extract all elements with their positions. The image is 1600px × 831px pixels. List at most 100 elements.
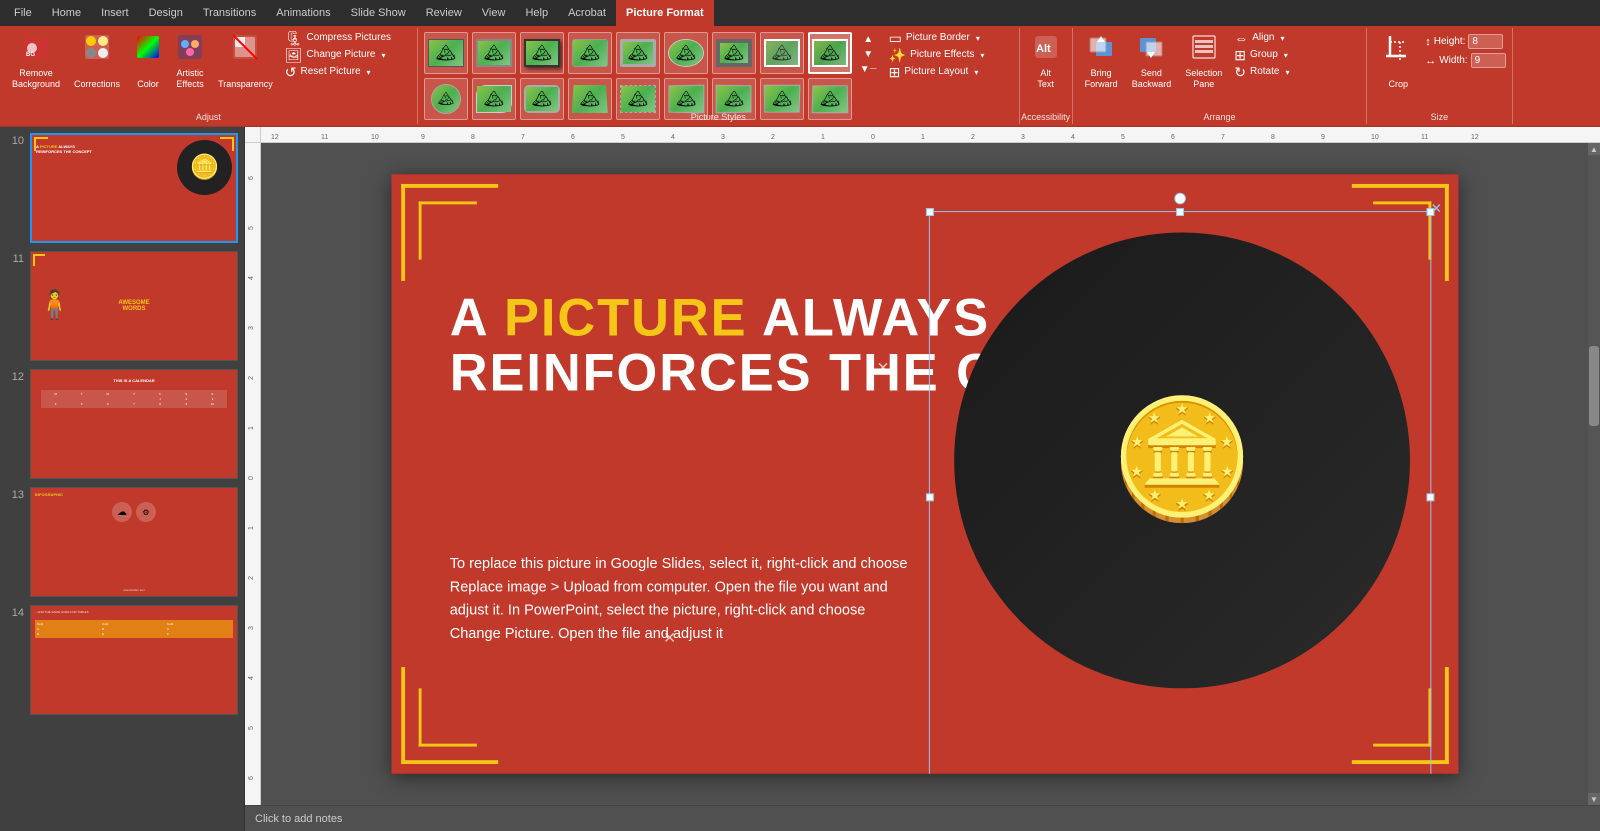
rotate-button[interactable]: ↻ Rotate ▾ [1230,64,1360,80]
tab-picture-format[interactable]: Picture Format [616,0,714,26]
inner-dec-bl [418,688,476,746]
tab-review[interactable]: Review [416,0,472,26]
reset-picture-icon: ↺ [285,65,297,79]
height-icon: ↕ [1425,36,1431,48]
vertical-scrollbar[interactable]: ▲ ▼ [1588,143,1600,805]
tab-insert[interactable]: Insert [91,0,139,26]
tab-transitions[interactable]: Transitions [193,0,266,26]
svg-text:11: 11 [321,134,328,141]
svg-text:4: 4 [248,276,255,280]
svg-text:Alt: Alt [1036,43,1051,55]
svg-text:3: 3 [248,626,255,630]
inner-dec-br [1373,688,1431,746]
scroll-up-button[interactable]: ▲ [1588,143,1600,155]
scroll-track[interactable] [1588,155,1600,793]
transparency-button[interactable]: Transparency [212,30,279,94]
tab-acrobat[interactable]: Acrobat [558,0,616,26]
slide-item-10[interactable]: 10 A PICTURE ALWAYSREINFORCES THE CONCEP… [4,131,240,245]
transparency-label: Transparency [218,79,273,90]
width-input[interactable] [1471,53,1506,68]
picture-style-item[interactable]: 🏔 [424,32,468,74]
slide-canvas-container[interactable]: ✕ ✕ A PICTURE ALWAYS REINFORCES THE CONC… [261,143,1588,805]
tab-file[interactable]: File [4,0,42,26]
slide-item-12[interactable]: 12 THIS IS A CALENDAR MTWTFSS 123 456789… [4,367,240,481]
picture-style-item[interactable]: 🏔 [664,32,708,74]
slide-number-13: 13 [6,487,24,501]
ribbon-content: BG RemoveBackground [0,26,1600,126]
reset-picture-button[interactable]: ↺ Reset Picture ▾ [281,64,411,80]
svg-text:0: 0 [248,476,255,480]
svg-text:6: 6 [571,134,575,141]
svg-text:8: 8 [1271,134,1275,141]
align-icon: ⇔ [1234,31,1248,45]
slide-item-14[interactable]: 14 ...AND THE SAME GOES FOR TABLES Col1C… [4,603,240,717]
send-backward-button[interactable]: SendBackward [1126,30,1178,94]
svg-text:6: 6 [1171,134,1175,141]
picture-styles-gallery[interactable]: 🏔 🏔 🏔 🏔 🏔 🏔 [422,30,856,124]
picture-layout-label: Picture Layout [904,66,968,78]
selection-pane-label: SelectionPane [1185,68,1222,90]
picture-style-item[interactable]: 🏔 [616,32,660,74]
bring-forward-button[interactable]: BringForward [1079,30,1124,94]
slide-item-13[interactable]: 13 INFOGRAPHIC ☁ ⚙ placeholder text [4,485,240,599]
scroll-down-button[interactable]: ▼ [1588,793,1600,805]
slide-thumb-14[interactable]: ...AND THE SAME GOES FOR TABLES Col1Col2… [30,605,238,715]
rotate-icon: ↻ [1234,65,1246,79]
slide-item-11[interactable]: 11 AWESOMEWORDS 🧍 [4,249,240,363]
svg-text:4: 4 [248,676,255,680]
transparency-icon [232,34,258,64]
svg-text:10: 10 [1371,134,1379,141]
slide-thumb-13[interactable]: INFOGRAPHIC ☁ ⚙ placeholder text [30,487,238,597]
slide-thumb-12[interactable]: THIS IS A CALENDAR MTWTFSS 123 45678910 [30,369,238,479]
selection-pane-button[interactable]: SelectionPane [1179,30,1228,94]
color-button[interactable]: Color [128,30,168,94]
tab-animations[interactable]: Animations [266,0,340,26]
picture-style-item[interactable]: 🏔 [712,32,756,74]
slide-thumb-10[interactable]: A PICTURE ALWAYSREINFORCES THE CONCEPT 🪙 [30,133,238,243]
gallery-scroll-more[interactable]: ▼— [858,62,879,77]
svg-text:11: 11 [1421,134,1428,141]
picture-style-item[interactable]: 🏔 [568,32,612,74]
ribbon-group-arrange: BringForward SendBackward [1073,28,1368,124]
picture-style-item[interactable]: 🏔 [472,32,516,74]
ribbon-group-picture-styles: 🏔 🏔 🏔 🏔 🏔 🏔 [418,28,1020,124]
size-width-label: Width: [1439,55,1467,66]
svg-text:5: 5 [621,134,625,141]
group-button[interactable]: ⊞ Group ▾ [1230,47,1360,63]
gallery-scroll-down[interactable]: ▼ [858,47,879,62]
tab-view[interactable]: View [472,0,516,26]
slide-panel[interactable]: 10 A PICTURE ALWAYSREINFORCES THE CONCEP… [0,127,245,831]
height-input[interactable] [1468,34,1503,49]
corrections-button[interactable]: Corrections [68,30,126,94]
picture-style-item[interactable]: 🏔 [760,32,804,74]
tab-slideshow[interactable]: Slide Show [341,0,416,26]
change-picture-button[interactable]: 🖼 Change Picture ▾ [281,47,411,63]
adjust-small-group: 🗜 Compress Pictures 🖼 Change Picture ▾ ↺… [281,30,411,94]
picture-border-button[interactable]: ▭ Picture Border ▾ [885,30,1015,46]
artistic-effects-button[interactable]: ArtisticEffects [170,30,210,94]
alt-text-button[interactable]: Alt AltText [1026,30,1066,94]
tab-home[interactable]: Home [42,0,91,26]
slide-main: ✕ ✕ A PICTURE ALWAYS REINFORCES THE CONC… [391,174,1458,773]
picture-style-item[interactable]: 🏔 [520,32,564,74]
remove-background-button[interactable]: BG RemoveBackground [6,30,66,94]
ruler-row: 12 11 10 9 8 7 6 5 4 3 2 1 0 1 2 [245,127,1600,143]
svg-text:7: 7 [1221,134,1225,141]
canvas-scroll-area: 6 5 4 3 2 1 0 1 2 3 4 5 6 [245,143,1600,805]
tab-help[interactable]: Help [515,0,558,26]
crop-button[interactable]: Crop [1373,30,1423,94]
picture-style-item-selected[interactable]: 🏔 [808,32,852,74]
arrange-small-group: ⇔ Align ▾ ⊞ Group ▾ ↻ Rotate ▾ [1230,30,1360,94]
corrections-icon [84,34,110,64]
align-button[interactable]: ⇔ Align ▾ [1230,30,1360,46]
main-layout: 10 A PICTURE ALWAYSREINFORCES THE CONCEP… [0,127,1600,831]
color-label: Color [137,79,159,90]
compress-pictures-button[interactable]: 🗜 Compress Pictures [281,30,411,46]
slide-thumb-11[interactable]: AWESOMEWORDS 🧍 [30,251,238,361]
picture-effects-button[interactable]: ✨ Picture Effects ▾ [885,47,1015,63]
tab-design[interactable]: Design [139,0,193,26]
scroll-thumb[interactable] [1589,346,1599,426]
ribbon-group-accessibility: Alt AltText Accessibility [1020,28,1073,124]
picture-layout-button[interactable]: ⊞ Picture Layout ▾ [885,64,1015,80]
gallery-scroll-up[interactable]: ▲ [858,32,879,47]
